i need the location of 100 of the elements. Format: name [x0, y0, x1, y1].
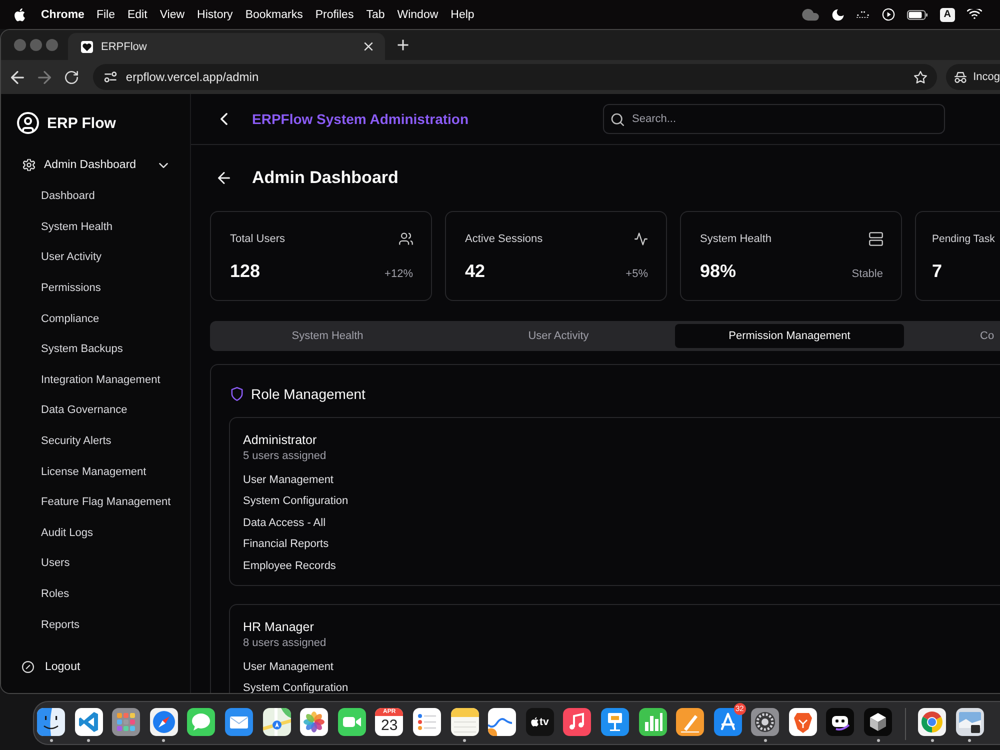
sidebar-link[interactable]: Dashboard: [33, 181, 178, 212]
stat-note: Stable: [852, 268, 883, 280]
cube-app-icon[interactable]: [864, 708, 892, 736]
sidebar-link[interactable]: Compliance: [33, 303, 178, 334]
stat-value: 128: [230, 261, 260, 282]
tab[interactable]: System Health: [213, 324, 442, 348]
pencil-app-icon[interactable]: [676, 708, 704, 736]
podium-app-icon[interactable]: [600, 708, 629, 736]
gear-icon: [23, 159, 35, 171]
map-app-icon[interactable]: [262, 708, 291, 736]
stat-value: 42: [465, 261, 486, 282]
menu-item[interactable]: Profiles: [315, 8, 354, 20]
moon-icon[interactable]: [832, 8, 844, 20]
menu-item[interactable]: Window: [397, 8, 438, 20]
menu-item[interactable]: Help: [450, 8, 474, 20]
permission-item: User Management: [243, 660, 334, 674]
chat-bubble-app-icon[interactable]: [187, 708, 216, 736]
search-field[interactable]: Search...: [603, 104, 945, 134]
users-icon: [399, 232, 413, 246]
sidebar-link[interactable]: License Management: [33, 456, 178, 487]
sidebar-link[interactable]: Data Governance: [33, 395, 178, 426]
gear-app-icon[interactable]: [751, 708, 780, 736]
app-menu[interactable]: Chrome: [41, 8, 84, 20]
sidebar-link[interactable]: System Backups: [33, 334, 178, 365]
window-control-icon[interactable]: [46, 39, 58, 51]
role-user-count: 8 users assigned: [243, 636, 328, 651]
sidebar-section-toggle[interactable]: Admin Dashboard: [19, 151, 176, 179]
sidebar-link[interactable]: Users: [33, 548, 178, 579]
apple-icon[interactable]: [14, 8, 26, 22]
checklist-app-icon[interactable]: [412, 708, 441, 736]
sidebar-link[interactable]: Roles: [33, 578, 178, 610]
address-bar[interactable]: erpflow.vercel.app/admin: [92, 64, 938, 90]
permission-item: System Configuration: [243, 495, 350, 508]
logout-button[interactable]: Logout: [19, 653, 86, 681]
sidebar-link[interactable]: Feature Flag Management: [33, 486, 178, 518]
hat-glasses-icon: [954, 70, 968, 84]
circle-slash-icon: [22, 661, 34, 673]
sidebar-link[interactable]: Audit Logs: [33, 518, 178, 548]
stat-note: +5%: [626, 268, 648, 280]
tab[interactable]: Permission Management: [675, 324, 904, 348]
envelope-app-icon[interactable]: [224, 708, 253, 736]
play-circle-icon[interactable]: [882, 8, 895, 21]
chevron-left-icon: [218, 113, 230, 125]
menu-item[interactable]: Tab: [366, 8, 385, 20]
stat-label: System Health: [700, 233, 772, 245]
permission-item: Data Access - All: [243, 516, 327, 530]
arrow-left-icon: [218, 172, 230, 184]
tv-label: tv: [540, 716, 549, 728]
shield-app-icon[interactable]: [788, 708, 817, 736]
notepad-app-icon[interactable]: [450, 708, 479, 736]
search-icon: [611, 112, 624, 126]
stat-value: 7: [932, 261, 942, 282]
app-grid-icon[interactable]: [112, 708, 140, 736]
tab[interactable]: Co: [906, 324, 1000, 348]
user-circle-icon: [17, 112, 39, 134]
role-name: HR Manager: [243, 618, 315, 635]
flower-app-icon[interactable]: [300, 708, 328, 736]
wifi-icon[interactable]: [967, 9, 982, 20]
arrow-left-icon: [11, 70, 24, 84]
reload-icon: [65, 70, 78, 84]
color-wheel-app-icon[interactable]: [918, 708, 946, 736]
app-title: ERPFlow System Administration: [252, 111, 469, 127]
sidebar-link[interactable]: Integration Management: [33, 364, 178, 396]
arrow-right-icon: [38, 70, 52, 84]
window-control-icon[interactable]: [30, 39, 42, 51]
tab[interactable]: User Activity: [444, 324, 673, 348]
menu-item[interactable]: History: [197, 8, 233, 20]
sidebar-link[interactable]: Reports: [33, 609, 178, 640]
bar-chart-app-icon[interactable]: [638, 708, 666, 736]
sidebar-link[interactable]: User Activity: [33, 242, 178, 273]
chevron-app-icon[interactable]: [74, 708, 103, 736]
window-control-icon[interactable]: [14, 39, 26, 51]
server-icon: [869, 232, 883, 246]
tv-app-icon[interactable]: tv: [526, 708, 554, 736]
menu-item[interactable]: File: [96, 8, 115, 20]
section-title: Role Management: [251, 386, 366, 402]
menu-item[interactable]: Edit: [127, 8, 148, 20]
stat-label: Pending Task: [932, 233, 995, 245]
menu-item[interactable]: View: [160, 8, 185, 20]
browser-tab[interactable]: ERPFlow: [68, 33, 385, 60]
brand-name: ERP Flow: [47, 114, 116, 132]
sidebar-link[interactable]: Permissions: [33, 272, 178, 304]
smiling-face-app-icon[interactable]: [37, 708, 65, 736]
menu-item[interactable]: Bookmarks: [245, 8, 303, 20]
sidebar-link[interactable]: Security Alerts: [33, 426, 178, 456]
picture-app-icon[interactable]: [956, 708, 984, 736]
star-icon[interactable]: [914, 70, 928, 84]
input-source-button[interactable]: A: [940, 8, 955, 22]
video-camera-app-icon[interactable]: [338, 708, 366, 736]
compass-app-icon[interactable]: [150, 708, 178, 736]
robot-app-icon[interactable]: [826, 708, 854, 736]
stat-label: Total Users: [230, 233, 286, 245]
battery-icon[interactable]: [906, 10, 928, 20]
sliders-icon[interactable]: [104, 71, 117, 83]
incognito-button[interactable]: Incog: [946, 64, 1000, 90]
sidebar-link[interactable]: System Health: [33, 212, 178, 242]
squiggle-app-icon[interactable]: [488, 708, 516, 736]
cloud-icon[interactable]: [800, 8, 820, 21]
music-note-app-icon[interactable]: [563, 708, 592, 736]
dots-icon[interactable]: [856, 10, 870, 19]
